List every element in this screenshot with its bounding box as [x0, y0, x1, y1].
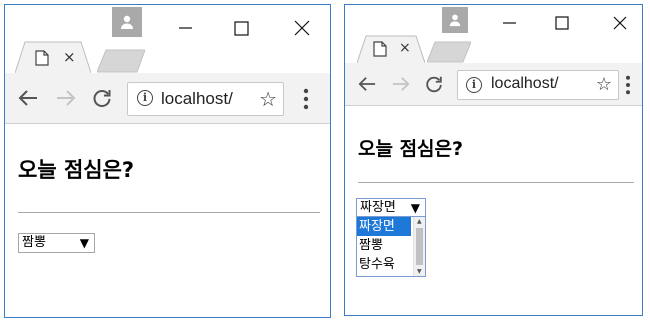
scrollbar-thumb[interactable] [416, 228, 423, 265]
address-bar[interactable]: i localhost/ ☆ [457, 70, 619, 100]
info-icon[interactable]: i [466, 77, 482, 93]
page-content: 오늘 점심은? 짬뽕 ▼ [5, 124, 330, 317]
dropdown-list: 짜장면 짬뽕 탕수육 ▲ ▼ [356, 216, 426, 277]
maximize-icon[interactable] [548, 9, 576, 37]
scrollbar[interactable]: ▲ ▼ [413, 217, 425, 276]
new-tab-button[interactable] [96, 49, 146, 73]
person-icon[interactable] [442, 7, 468, 33]
tab-strip: × [5, 41, 330, 73]
horizontal-rule [358, 182, 634, 183]
menu-dots-icon[interactable] [625, 75, 631, 95]
select-value: 짬뽕 [22, 235, 46, 250]
star-icon[interactable]: ☆ [259, 87, 277, 111]
menu-dots-icon[interactable] [303, 88, 309, 110]
star-icon[interactable]: ☆ [596, 74, 612, 95]
info-icon[interactable]: i [137, 90, 153, 106]
address-text: localhost/ [161, 89, 233, 108]
back-arrow-icon[interactable] [357, 75, 377, 93]
lunch-select[interactable]: 짜장면 ▼ [356, 198, 426, 217]
tab-close-icon[interactable]: × [399, 39, 411, 57]
back-arrow-icon[interactable] [17, 88, 39, 108]
page-title: 오늘 점심은? [18, 158, 135, 182]
lunch-select[interactable]: 짬뽕 ▼ [18, 233, 95, 253]
page-icon [373, 41, 387, 57]
scroll-up-icon[interactable]: ▲ [417, 218, 422, 225]
person-icon[interactable] [112, 7, 142, 37]
reload-icon[interactable] [91, 87, 113, 109]
chevron-down-icon: ▼ [410, 201, 420, 215]
close-icon[interactable] [288, 14, 316, 42]
browser-toolbar: i localhost/ ☆ [5, 73, 330, 124]
reload-icon[interactable] [424, 74, 444, 94]
minimize-icon[interactable] [171, 14, 199, 42]
forward-arrow-icon[interactable] [55, 88, 77, 108]
new-tab-button[interactable] [426, 41, 472, 63]
close-icon[interactable] [606, 9, 634, 37]
page-content: 오늘 점심은? 짜장면 ▼ 짜장면 짬뽕 탕수육 ▲ ▼ [345, 106, 642, 315]
maximize-icon[interactable] [227, 14, 255, 42]
scroll-down-icon[interactable]: ▼ [417, 268, 422, 275]
select-value: 짜장면 [360, 200, 396, 215]
chevron-down-icon: ▼ [79, 236, 89, 250]
dropdown-option[interactable]: 짜장면 [357, 217, 411, 236]
tab-strip: × [345, 35, 642, 63]
dropdown-option[interactable]: 탕수육 [357, 255, 411, 274]
page-title: 오늘 점심은? [358, 138, 464, 160]
tab-active[interactable]: × [357, 35, 425, 63]
page-icon [35, 50, 49, 66]
horizontal-rule [18, 212, 320, 213]
forward-arrow-icon[interactable] [391, 75, 411, 93]
browser-toolbar: i localhost/ ☆ [345, 63, 642, 106]
title-bar [5, 5, 330, 45]
address-text: localhost/ [491, 75, 559, 92]
browser-window-1: × i localhost/ ☆ 오늘 점심은? 짬뽕 ▼ [4, 4, 331, 318]
address-bar[interactable]: i localhost/ ☆ [127, 82, 284, 116]
dropdown-option[interactable]: 짬뽕 [357, 236, 411, 255]
browser-window-2: × i localhost/ ☆ 오늘 점심은? 짜장면 ▼ 짜장면 짬뽕 탕수… [344, 4, 643, 316]
tab-active[interactable]: × [15, 41, 91, 73]
minimize-icon[interactable] [495, 9, 523, 37]
tab-close-icon[interactable]: × [63, 48, 76, 66]
